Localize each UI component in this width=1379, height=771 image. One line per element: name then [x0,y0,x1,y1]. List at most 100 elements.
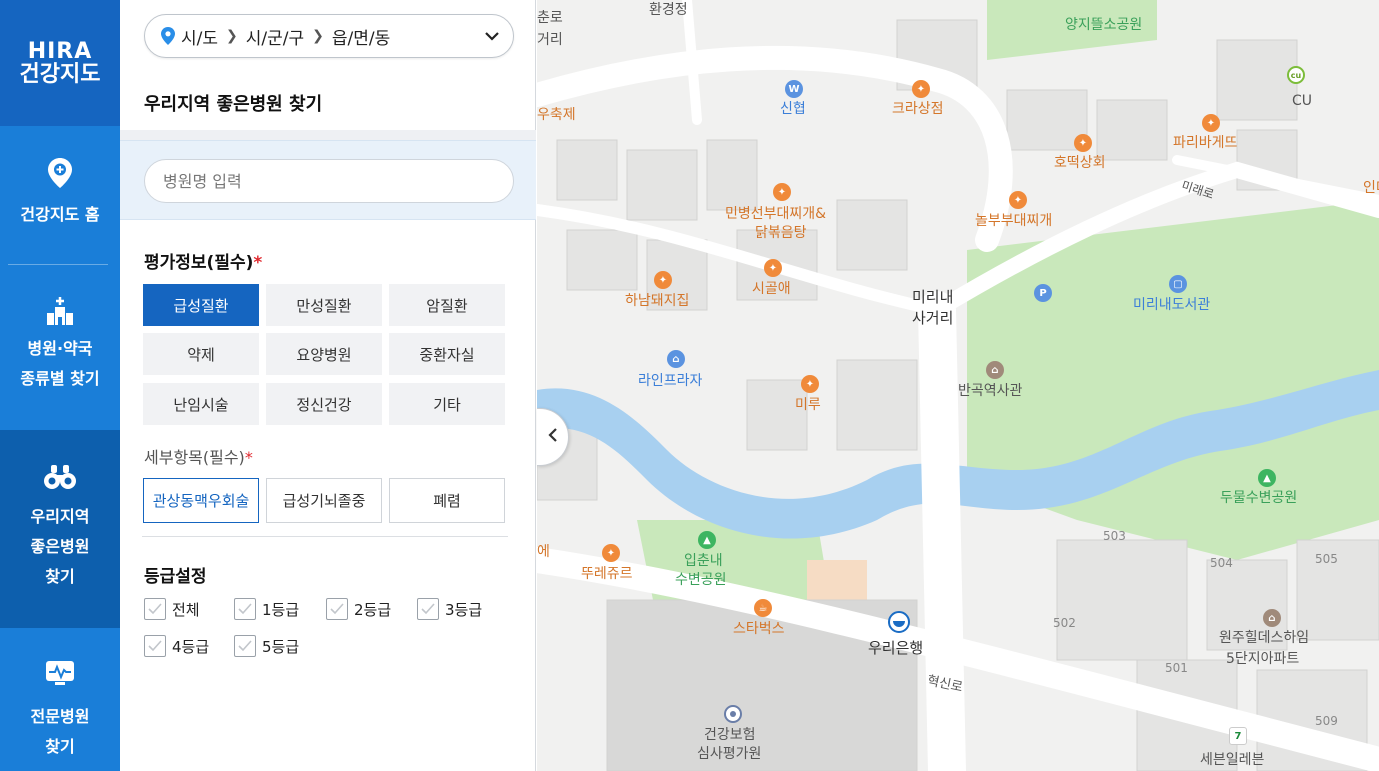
required-mark: * [253,253,263,273]
map-label: 505 [1315,552,1338,566]
grade-checkbox-3[interactable]: 3등급 [417,598,482,620]
checkbox-icon [326,598,348,620]
nav-item-home[interactable]: 건강지도 홈 [0,156,120,230]
map-label: 미리내 [912,288,954,306]
panel-title: 우리지역 좋은병원 찾기 [144,94,323,115]
eval-button-acute[interactable]: 급성질환 [143,284,259,326]
nav-item-good-hospital-label: 우리지역 좋은병원 찾기 [30,507,90,586]
map-label: 에 [537,544,550,560]
eval-button-nursing[interactable]: 요양병원 [266,333,382,375]
park-icon: ▲ [1258,469,1276,487]
hira-logo[interactable]: HIRA 건강지도 [0,0,120,126]
map-label: 우리은행 [868,639,924,657]
building-icon: ⌂ [667,350,685,368]
map-label: 스타벅스 [733,621,785,637]
map-label: 우축제 [537,107,576,123]
sub-button-stroke[interactable]: 급성기뇌졸중 [266,478,382,523]
region-selector[interactable]: 시/도 ❯ 시/군/구 ❯ 읍/면/동 [144,14,514,58]
region-sigungu[interactable]: 시/군/구 [246,24,304,49]
map-label: 원주힐데스하임 [1219,630,1310,646]
grade-checkbox-all[interactable]: 전체 [144,598,200,620]
map-label: 504 [1210,556,1233,570]
map-label: 하남돼지집 [625,293,690,309]
office-icon [724,705,742,723]
library-icon: ▢ [1169,275,1187,293]
grade-section-title: 등급설정 [144,567,207,587]
nav-item-hospital-types[interactable]: 병원·약국 종류별 찾기 [0,294,120,394]
nav-item-specialty-hospital-label: 전문병원 찾기 [30,707,90,756]
logo-text-line1: HIRA [27,38,93,64]
sub-title-text: 세부항목(필수) [144,448,245,467]
nav-item-hospital-types-label: 병원·약국 종류별 찾기 [20,339,100,388]
grade-checkbox-4[interactable]: 4등급 [144,635,209,657]
nav-item-good-hospital[interactable]: 우리지역 좋은병원 찾기 [0,430,120,628]
nav-item-specialty-hospital[interactable]: 전문병원 찾기 [0,656,120,762]
region-sido[interactable]: 시/도 [181,24,218,49]
map-label: 입춘내 [684,553,723,569]
map-label: 미리내도서관 [1133,297,1211,313]
grade-label: 전체 [172,600,200,619]
section-divider [142,536,508,537]
apartment-icon: ⌂ [1263,609,1281,627]
map-label: 파리바게뜨 [1173,135,1238,151]
map-label: 502 [1053,616,1076,630]
grade-checkbox-2[interactable]: 2등급 [326,598,391,620]
checkbox-icon [144,598,166,620]
eval-button-infertility[interactable]: 난임시술 [143,383,259,425]
chevron-down-icon[interactable] [485,26,499,46]
map-label: 크라상점 [892,101,944,117]
map-label: 뚜레쥬르 [581,566,633,582]
convenience-store-icon: 7 [1229,727,1247,745]
monitor-heartbeat-icon [43,656,77,690]
map-label: 501 [1165,661,1188,675]
map-label: 심사평가원 [697,746,762,762]
grade-checkbox-5[interactable]: 5등급 [234,635,299,657]
nav-item-home-label: 건강지도 홈 [20,205,100,224]
checkbox-icon [417,598,439,620]
eval-button-icu[interactable]: 중환자실 [389,333,505,375]
map-label: 닭볶음탕 [755,225,807,241]
grade-label: 2등급 [354,600,392,619]
map-label: 놀부부대찌개 [975,213,1053,229]
eval-button-other[interactable]: 기타 [389,383,505,425]
eval-button-cancer[interactable]: 암질환 [389,284,505,326]
map-label: 사거리 [912,309,954,327]
grade-label: 5등급 [262,637,300,656]
logo-text-line2: 건강지도 [19,62,101,87]
map-view[interactable]: 환경정 춘로 거리 양지뜰소공원 cu CU W 신협 ✦ 크라상점 우축제 ✦… [537,0,1379,771]
map-label: 춘로 [537,10,563,26]
map-label: 미루 [795,397,821,413]
parking-icon: P [1034,284,1052,302]
eval-button-chronic[interactable]: 만성질환 [266,284,382,326]
chevron-right-icon: ❯ [226,28,238,44]
sub-button-pneumonia[interactable]: 폐렴 [389,478,505,523]
checkbox-icon [144,635,166,657]
restaurant-icon: ✦ [912,80,930,98]
eval-button-drug[interactable]: 약제 [143,333,259,375]
map-pin-icon [43,156,77,190]
eval-section-title: 평가정보(필수)* [144,248,262,273]
sub-button-cabg[interactable]: 관상동맥우회술 [143,478,259,523]
binoculars-icon [43,460,77,494]
restaurant-icon: ✦ [1009,191,1027,209]
checkbox-icon [234,635,256,657]
restaurant-icon: ✦ [1074,134,1092,152]
map-label: 시골애 [752,281,791,297]
hospital-name-input[interactable] [144,159,514,203]
region-dong[interactable]: 읍/면/동 [332,24,390,49]
map-label: 두물수변공원 [1220,490,1298,506]
restaurant-icon: ✦ [602,544,620,562]
map-label: 환경정 [649,2,688,18]
map-label: 건강보험 [704,727,756,743]
grade-checkbox-1[interactable]: 1등급 [234,598,299,620]
grade-label: 1등급 [262,600,300,619]
bank-icon [888,611,910,633]
eval-button-mental[interactable]: 정신건강 [266,383,382,425]
checkbox-icon [234,598,256,620]
hospital-search-area [120,140,536,220]
map-label: 호떡상회 [1054,155,1106,171]
map-label: 라인프라자 [638,373,703,389]
convenience-store-icon: cu [1287,66,1305,84]
bank-icon: W [785,80,803,98]
park-icon: ▲ [698,531,716,549]
